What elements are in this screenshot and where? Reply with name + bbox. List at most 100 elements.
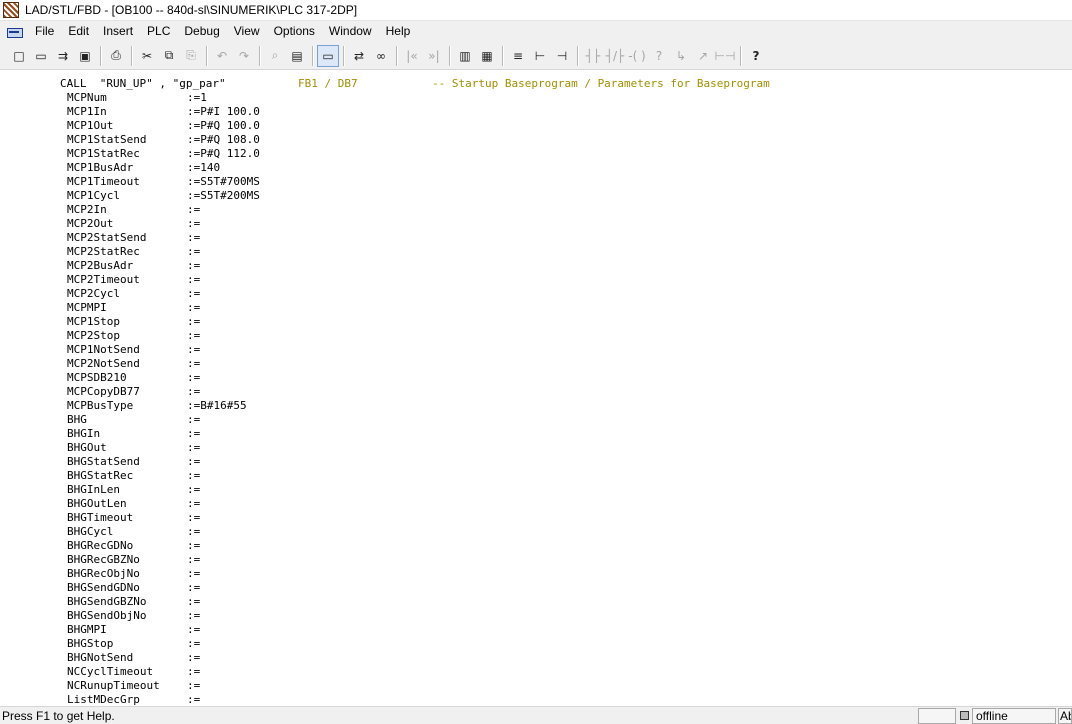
normally-closed-contact-icon[interactable]: ┤/├ [604,45,626,67]
param-row[interactable]: BHGOutLen:= [67,497,467,511]
param-row[interactable]: MCPCopyDB77:= [67,385,467,399]
param-row[interactable]: NCCyclTimeout:= [67,665,467,679]
param-row[interactable]: MCP2Out:= [67,217,467,231]
new-network-icon[interactable]: ≡ [507,45,529,67]
previous-network-icon[interactable]: |« [401,45,423,67]
empty-box-icon[interactable]: ? [648,45,670,67]
param-row[interactable]: MCP1Cycl:=S5T#200MS [67,189,467,203]
menu-options[interactable]: Options [267,21,322,42]
undo-icon[interactable]: ↶ [211,45,233,67]
download-icon[interactable]: ⇉ [52,45,74,67]
param-row[interactable]: BHGStatSend:= [67,455,467,469]
param-name: BHGOutLen [67,497,127,510]
param-row[interactable]: MCP2StatRec:= [67,245,467,259]
glasses-icon[interactable]: ∞ [370,45,392,67]
param-row[interactable]: BHGRecGDNo:= [67,539,467,553]
param-row[interactable]: BHGMPI:= [67,623,467,637]
window-title: LAD/STL/FBD - [OB100 -- 840d-sl\SINUMERI… [25,3,358,17]
param-row[interactable]: MCP2BusAdr:= [67,259,467,273]
param-row[interactable]: BHGRecObjNo:= [67,567,467,581]
close-branch-arrow-icon[interactable]: ↗ [692,45,714,67]
param-row[interactable]: MCP2Timeout:= [67,273,467,287]
open-branch-arrow-icon[interactable]: ↳ [670,45,692,67]
param-row[interactable]: MCP2NotSend:= [67,357,467,371]
param-row[interactable]: MCP2Stop:= [67,329,467,343]
param-row[interactable]: BHGSendGDNo:= [67,581,467,595]
monitor-icon[interactable]: ▤ [286,45,308,67]
param-value: := [187,427,201,440]
accessible-nodes-icon[interactable]: ⇄ [348,45,370,67]
param-row[interactable]: BHGCycl:= [67,525,467,539]
param-row[interactable]: MCP1In:=P#I 100.0 [67,105,467,119]
param-row[interactable]: MCP2Cycl:= [67,287,467,301]
call-statement[interactable]: CALL "RUN_UP" , "gp_par" FB1 / DB7 -- St… [60,77,770,91]
param-row[interactable]: BHGSendObjNo := [67,609,467,623]
param-row[interactable]: MCP1StatRec:=P#Q 112.0 [67,147,467,161]
param-row[interactable]: BHGInLen:= [67,483,467,497]
param-row[interactable]: BHGRecGBZNo:= [67,553,467,567]
param-row[interactable]: BHGTimeout:= [67,511,467,525]
param-row[interactable]: MCP1Stop:= [67,315,467,329]
menu-view[interactable]: View [227,21,267,42]
menu-debug[interactable]: Debug [177,21,226,42]
param-row[interactable]: ListMDecGrp:= [67,693,467,706]
branch-open-icon[interactable]: ⊢ [529,45,551,67]
menu-window[interactable]: Window [322,21,379,42]
coil-icon[interactable]: -( ) [626,45,648,67]
next-network-icon[interactable]: »| [423,45,445,67]
param-row[interactable]: MCP2In:= [67,203,467,217]
context-help-icon[interactable]: ? [745,45,767,67]
param-name: MCP2BusAdr [67,259,134,272]
document-window-icon[interactable] [6,25,23,39]
cut-icon[interactable]: ✂ [136,45,158,67]
param-row[interactable]: BHG:= [67,413,467,427]
app-icon[interactable] [3,2,19,18]
param-row[interactable]: MCPSDB210:= [67,371,467,385]
menu-edit[interactable]: Edit [61,21,96,42]
param-row[interactable]: MCP1BusAdr:=140 [67,161,467,175]
param-row[interactable]: BHGOut:= [67,441,467,455]
param-name: MCP2NotSend [67,357,140,370]
toolbar-separator [740,45,741,66]
open-folder-icon[interactable]: ▭ [30,45,52,67]
normally-open-contact-icon[interactable]: ┤├ [582,45,604,67]
menu-insert[interactable]: Insert [96,21,140,42]
menu-plc[interactable]: PLC [140,21,177,42]
param-row[interactable]: MCPMPI:= [67,301,467,315]
param-row[interactable]: MCP1Timeout:=S5T#700MS [67,175,467,189]
redo-icon[interactable]: ↷ [233,45,255,67]
param-row[interactable]: BHGNotSend:= [67,651,467,665]
connection-icon[interactable]: ⊢⊣ [714,45,736,67]
param-row[interactable]: BHGIn:= [67,427,467,441]
menu-help[interactable]: Help [379,21,418,42]
param-name: BHGSendObjNo [67,609,147,622]
find-icon[interactable]: ⌕ [264,45,286,67]
param-row[interactable]: BHGStop:= [67,637,467,651]
param-row[interactable]: MCP2StatSend:= [67,231,467,245]
copy-icon[interactable]: ⧉ [158,45,180,67]
param-row[interactable]: MCPBusType:=B#16#55 [67,399,467,413]
param-row[interactable]: MCP1Out:=P#Q 100.0 [67,119,467,133]
new-file-icon[interactable]: □ [8,45,30,67]
param-name: BHGRecGDNo [67,539,134,552]
param-value: := [187,455,201,468]
param-row[interactable]: BHGSendGBZNo:= [67,595,467,609]
param-row[interactable]: MCPNum:=1 [67,91,467,105]
param-row[interactable]: MCP1StatSend:=P#Q 108.0 [67,133,467,147]
param-value: := [187,343,201,356]
branch-close-icon[interactable]: ⊣ [551,45,573,67]
paste-icon[interactable]: ⎘ [180,45,202,67]
save-icon[interactable]: ▣ [74,45,96,67]
stl-editor[interactable]: CALL "RUN_UP" , "gp_par" FB1 / DB7 -- St… [0,71,1072,706]
param-row[interactable]: NCRunupTimeout:= [67,679,467,693]
menu-bar: File Edit Insert PLC Debug View Options … [0,21,1072,42]
param-value: := [187,203,201,216]
param-row[interactable]: MCP1NotSend:= [67,343,467,357]
print-icon[interactable]: ⎙ [105,45,127,67]
menu-file[interactable]: File [28,21,61,42]
overview-icon[interactable]: ▥ [454,45,476,67]
details-icon[interactable]: ▦ [476,45,498,67]
module-state-icon[interactable]: ▭ [317,44,339,67]
param-row[interactable]: BHGStatRec:= [67,469,467,483]
param-value: := [187,609,201,622]
